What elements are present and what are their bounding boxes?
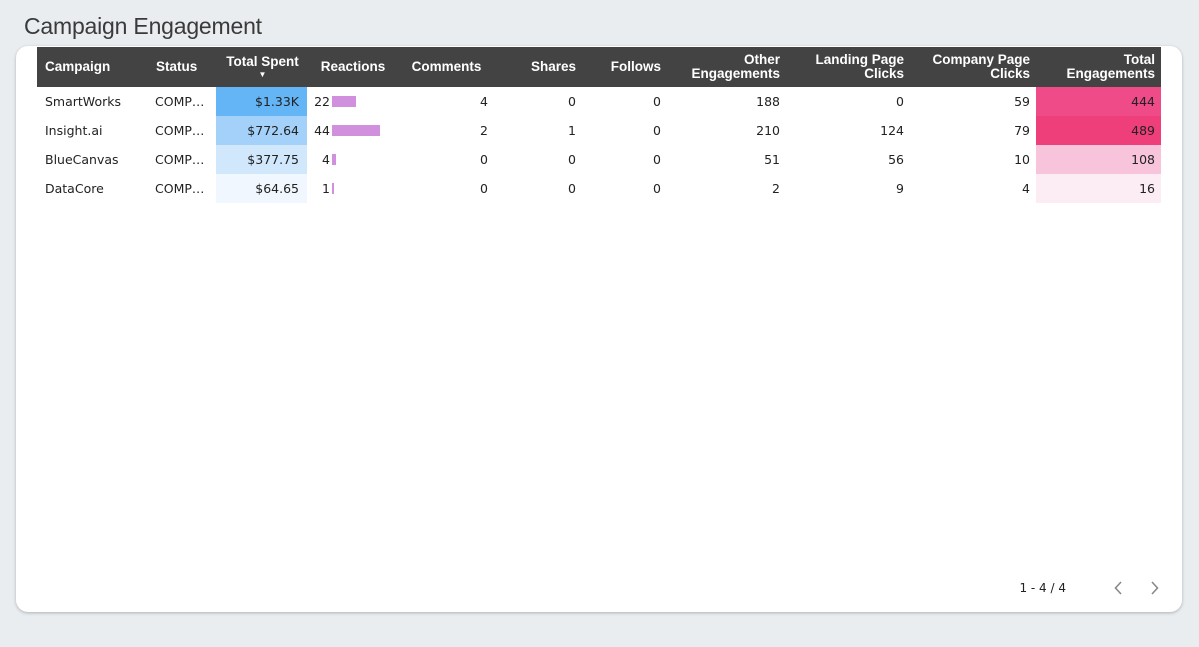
cell-status: COMP… — [155, 94, 205, 109]
cell-reactions: 22 — [307, 87, 397, 116]
cell-total-engagements: 16 — [1036, 174, 1161, 203]
pagination: 1 - 4 / 4 — [1019, 580, 1162, 596]
cell-shares: 0 — [568, 94, 576, 109]
cell-shares: 1 — [568, 123, 576, 138]
cell-campaign: SmartWorks — [45, 94, 121, 109]
cell-comments: 4 — [480, 94, 488, 109]
header-reactions[interactable]: Reactions — [307, 47, 397, 87]
cell-other-engagements: 51 — [764, 152, 780, 167]
page-title: Campaign Engagement — [24, 13, 262, 39]
cell-comments: 2 — [480, 123, 488, 138]
cell-comments: 0 — [480, 152, 488, 167]
table-row: DataCore COMP… $64.65 1 0 0 0 2 9 4 16 — [37, 174, 1161, 203]
cell-total-spent: $377.75 — [216, 145, 307, 174]
cell-shares: 0 — [568, 152, 576, 167]
cell-company-page-clicks: 79 — [1014, 123, 1030, 138]
reactions-bar — [332, 96, 356, 107]
cell-total-spent: $772.64 — [216, 116, 307, 145]
cell-reactions: 4 — [307, 145, 397, 174]
cell-landing-page-clicks: 9 — [896, 181, 904, 196]
cell-follows: 0 — [653, 152, 661, 167]
cell-reactions: 1 — [307, 174, 397, 203]
sort-desc-icon[interactable]: ▼ — [224, 70, 301, 79]
cell-reactions: 44 — [307, 116, 397, 145]
reactions-value: 22 — [314, 94, 330, 109]
header-other-engagements[interactable]: Other Engagements — [667, 47, 786, 87]
pagination-label: 1 - 4 / 4 — [1019, 581, 1066, 595]
cell-landing-page-clicks: 56 — [888, 152, 904, 167]
cell-follows: 0 — [653, 123, 661, 138]
reactions-value: 44 — [314, 123, 330, 138]
chevron-left-icon[interactable] — [1110, 580, 1126, 596]
table-card: Campaign Status Total Spent ▼ Reactions … — [16, 46, 1182, 612]
header-company-page-clicks[interactable]: Company Page Clicks — [910, 47, 1036, 87]
table-header-row: Campaign Status Total Spent ▼ Reactions … — [37, 47, 1161, 87]
cell-shares: 0 — [568, 181, 576, 196]
cell-other-engagements: 2 — [772, 181, 780, 196]
reactions-bar — [332, 154, 336, 165]
reactions-bar — [332, 183, 334, 194]
header-total-engagements[interactable]: Total Engagements — [1036, 47, 1161, 87]
reactions-value: 1 — [322, 181, 330, 196]
reactions-bar — [332, 125, 380, 136]
cell-total-engagements: 444 — [1036, 87, 1161, 116]
cell-company-page-clicks: 59 — [1014, 94, 1030, 109]
header-follows[interactable]: Follows — [582, 47, 667, 87]
table-row: Insight.ai COMP… $772.64 44 2 1 0 210 124 79 489 — [37, 116, 1161, 145]
cell-status: COMP… — [155, 152, 205, 167]
table-row: SmartWorks COMP… $1.33K 22 4 0 0 188 0 59 444 — [37, 87, 1161, 116]
table-row: BlueCanvas COMP… $377.75 4 0 0 0 51 56 10 108 — [37, 145, 1161, 174]
header-landing-page-clicks[interactable]: Landing Page Clicks — [786, 47, 910, 87]
cell-other-engagements: 188 — [756, 94, 780, 109]
cell-status: COMP… — [155, 181, 205, 196]
cell-follows: 0 — [653, 94, 661, 109]
cell-total-spent: $64.65 — [216, 174, 307, 203]
cell-other-engagements: 210 — [756, 123, 780, 138]
cell-campaign: DataCore — [45, 181, 104, 196]
cell-company-page-clicks: 10 — [1014, 152, 1030, 167]
engagement-table: Campaign Status Total Spent ▼ Reactions … — [37, 47, 1161, 203]
cell-total-engagements: 489 — [1036, 116, 1161, 145]
cell-landing-page-clicks: 124 — [880, 123, 904, 138]
cell-comments: 0 — [480, 181, 488, 196]
cell-campaign: BlueCanvas — [45, 152, 119, 167]
cell-status: COMP… — [155, 123, 205, 138]
header-status[interactable]: Status — [148, 47, 216, 87]
cell-follows: 0 — [653, 181, 661, 196]
chevron-right-icon[interactable] — [1146, 580, 1162, 596]
header-campaign[interactable]: Campaign — [37, 47, 148, 87]
cell-landing-page-clicks: 0 — [896, 94, 904, 109]
cell-company-page-clicks: 4 — [1022, 181, 1030, 196]
reactions-value: 4 — [322, 152, 330, 167]
header-total-spent[interactable]: Total Spent ▼ — [216, 47, 307, 87]
header-comments[interactable]: Comments — [397, 47, 494, 87]
cell-campaign: Insight.ai — [45, 123, 103, 138]
cell-total-spent: $1.33K — [216, 87, 307, 116]
cell-total-engagements: 108 — [1036, 145, 1161, 174]
header-shares[interactable]: Shares — [494, 47, 582, 87]
